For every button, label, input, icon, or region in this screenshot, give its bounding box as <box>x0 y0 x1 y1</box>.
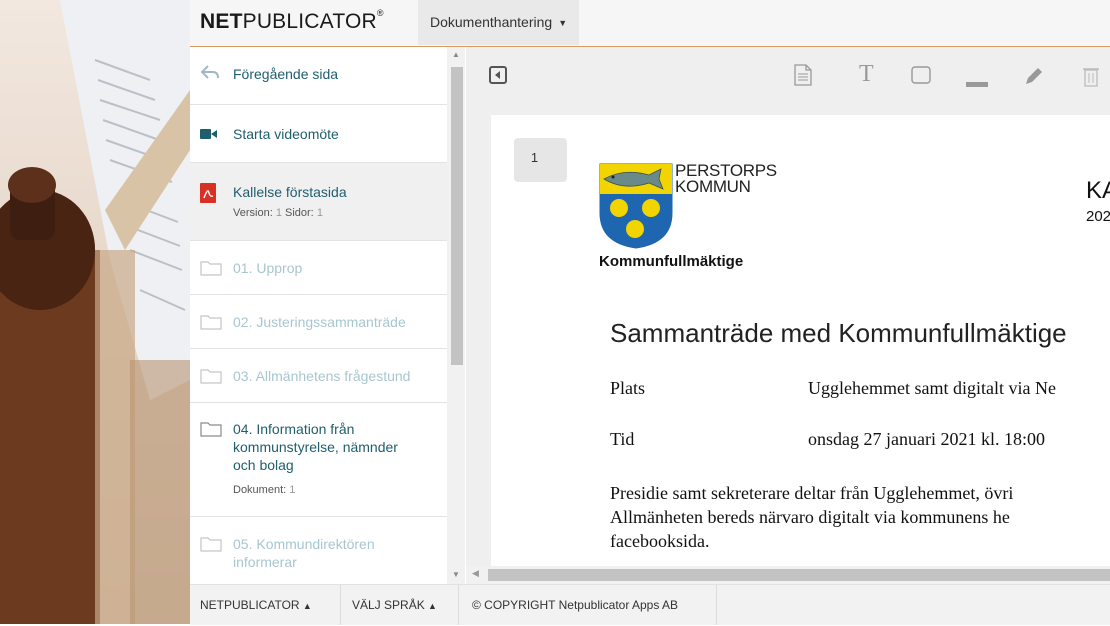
sidebar-item-start-video-meeting[interactable]: Starta videomöte <box>190 105 447 163</box>
page-number-badge: 1 <box>514 138 567 182</box>
dropdown-label: Dokumenthantering <box>430 14 553 30</box>
org-unit: Kommunfullmäktige <box>599 253 744 270</box>
sidebar-scroll-thumb[interactable] <box>451 67 463 365</box>
annotation-toolbar: T <box>466 47 1110 105</box>
scroll-down-icon[interactable]: ▼ <box>452 570 460 579</box>
background-gavel-photo <box>0 0 190 624</box>
rectangle-icon[interactable] <box>911 66 931 89</box>
folder-icon <box>200 259 222 281</box>
sidebar-item-01[interactable]: 01. Upprop <box>190 241 447 295</box>
horizontal-scroll-thumb[interactable] <box>488 569 1110 581</box>
caret-up-icon: ▲ <box>428 601 437 611</box>
sidebar-item-label: Föregående sida <box>233 66 339 82</box>
sidebar-item-05[interactable]: 05. Kommundirektören informerar <box>190 517 447 584</box>
collapse-panel-icon[interactable] <box>489 66 507 89</box>
sidebar-item-previous-page[interactable]: Föregående sida <box>190 47 447 105</box>
sidebar-item-label: Kallelse förstasida <box>233 184 347 200</box>
sidebar-item-label: 02. Justeringssammanträde <box>233 314 406 330</box>
sidebar-scrollbar[interactable]: ▲ ▼ <box>447 47 465 584</box>
sidebar-item-label: 05. Kommundirektören informerar <box>233 536 375 570</box>
municipality-crest-icon <box>599 163 673 254</box>
row-value-plats: Ugglehemmet samt digitalt via Ne <box>808 378 1056 398</box>
header-right-title: KA <box>1086 177 1110 204</box>
video-camera-icon <box>200 127 218 145</box>
footer-bar: NETPUBLICATOR ▲ VÄLJ SPRÅK ▲ © COPYRIGHT… <box>190 584 1110 625</box>
document-paragraph: Presidie samt sekreterare deltar från Ug… <box>610 483 1014 551</box>
language-menu[interactable]: VÄLJ SPRÅK ▲ <box>352 585 437 625</box>
back-arrow-icon <box>200 64 220 87</box>
scroll-up-icon[interactable]: ▲ <box>452 50 460 59</box>
document-page: 1 PERSTORPSKOMMUN Kommunfullmäktige KA 2… <box>491 115 1110 566</box>
logo-bold-text: NET <box>200 10 243 33</box>
logo-registered-mark: ® <box>376 8 384 18</box>
sidebar-item-label: 03. Allmänhetens frågestund <box>233 368 411 384</box>
footer-divider <box>716 585 717 625</box>
netpublicator-logo[interactable]: NETPUBLICATOR® <box>200 8 384 34</box>
scroll-left-icon[interactable]: ◀ <box>472 568 479 579</box>
row-value-tid: onsdag 27 januari 2021 kl. 18:00 <box>808 429 1045 449</box>
netpublicator-menu[interactable]: NETPUBLICATOR ▲ <box>200 585 312 625</box>
top-header: NETPUBLICATOR® Dokumenthantering ▼ <box>190 0 1110 47</box>
sidebar-item-03[interactable]: 03. Allmänhetens frågestund <box>190 349 447 403</box>
caret-up-icon: ▲ <box>302 601 312 611</box>
org-name: PERSTORPS KOMMUN <box>675 161 777 196</box>
caret-down-icon: ▼ <box>558 17 568 28</box>
document-meta: Version: 1 Sidor: 1 <box>233 207 323 219</box>
sidebar-item-label: 04. Information från kommunstyrelse, näm… <box>233 421 398 473</box>
footer-divider <box>458 585 459 625</box>
pdf-icon <box>200 183 216 208</box>
pen-icon[interactable] <box>1023 65 1045 92</box>
document-icon[interactable] <box>794 64 812 91</box>
folder-icon <box>200 313 222 335</box>
folder-icon <box>200 420 222 442</box>
footer-divider <box>340 585 341 625</box>
document-management-dropdown[interactable]: Dokumenthantering ▼ <box>418 0 580 45</box>
row-label-tid: Tid <box>610 429 635 449</box>
document-viewer: T 1 PERSTORPS KOMMUN Kommunfullmäktige K… <box>466 47 1110 584</box>
sidebar-item-02[interactable]: 02. Justeringssammanträde <box>190 295 447 349</box>
folder-icon <box>200 367 222 389</box>
sidebar-item-04[interactable]: 04. Information från kommunstyrelse, näm… <box>190 403 447 517</box>
line-icon[interactable] <box>966 74 988 92</box>
copyright-text: © COPYRIGHT Netpublicator Apps AB <box>472 598 679 612</box>
row-label-plats: Plats <box>610 378 646 398</box>
trash-icon[interactable] <box>1082 65 1100 92</box>
agenda-sidebar: Föregående sida Starta videomöte Kallels… <box>190 47 447 584</box>
text-icon[interactable]: T <box>859 61 874 88</box>
viewer-horizontal-scrollbar[interactable]: ◀ <box>466 566 1110 584</box>
document-count: Dokument: 1 <box>233 484 296 496</box>
sidebar-item-kallelse[interactable]: Kallelse förstasida Version: 1 Sidor: 1 <box>190 163 447 241</box>
sidebar-item-label: 01. Upprop <box>233 260 303 276</box>
sidebar-item-label: Starta videomöte <box>233 126 339 142</box>
header-right-date: 202 <box>1086 208 1110 225</box>
document-title: Sammanträde med Kommunfullmäktige <box>610 318 1067 348</box>
logo-text: PUBLICATOR <box>242 10 377 33</box>
folder-icon <box>200 535 222 557</box>
